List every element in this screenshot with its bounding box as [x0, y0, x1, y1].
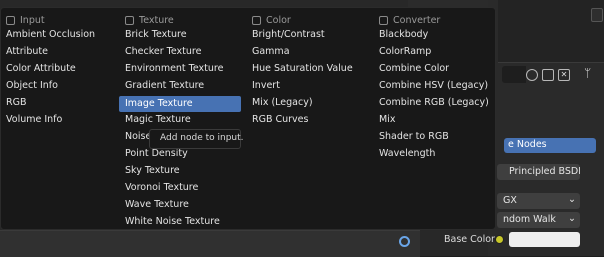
menu-item[interactable]: Mix (Legacy): [252, 95, 313, 111]
use-nodes-button[interactable]: e Nodes: [504, 138, 596, 153]
menu-item[interactable]: ColorRamp: [379, 44, 431, 60]
converter-category-icon: [379, 15, 388, 25]
menu-item[interactable]: Hue Saturation Value: [252, 61, 353, 77]
color-category-icon: [252, 15, 261, 25]
world-icon[interactable]: [399, 236, 410, 247]
use-nodes-label: e Nodes: [508, 139, 547, 150]
menu-item[interactable]: Gamma: [252, 44, 290, 60]
menu-item[interactable]: Wavelength: [379, 146, 435, 162]
menu-item[interactable]: Wave Texture: [125, 197, 189, 213]
surface-shader-label: Principled BSDF: [509, 166, 580, 177]
menu-item[interactable]: Shader to RGB: [379, 129, 449, 145]
node-graph-icon[interactable]: ᛘ: [584, 66, 591, 80]
menu-heading-color: Color: [252, 12, 291, 28]
material-name-field[interactable]: [502, 66, 526, 83]
menu-item-active[interactable]: Image Texture: [119, 96, 241, 112]
base-color-label: Base Color: [444, 234, 495, 245]
distribution-value: GX: [503, 195, 517, 206]
close-icon[interactable]: ✕: [558, 69, 570, 81]
menu-heading-label: Texture: [139, 14, 174, 26]
shield-icon[interactable]: [526, 69, 538, 81]
duplicate-icon[interactable]: [542, 69, 554, 81]
menu-item[interactable]: Object Info: [6, 78, 58, 94]
menu-item[interactable]: Bright/Contrast: [252, 27, 325, 43]
menu-item[interactable]: Combine RGB (Legacy): [379, 95, 489, 111]
base-color-swatch[interactable]: [509, 232, 580, 247]
menu-item[interactable]: Attribute: [6, 44, 48, 60]
menu-item[interactable]: Invert: [252, 78, 280, 94]
menu-item[interactable]: Combine Color: [379, 61, 449, 77]
menu-item[interactable]: Sky Texture: [125, 163, 180, 179]
menu-heading-label: Input: [20, 14, 45, 26]
mini-dropdown[interactable]: [591, 8, 603, 22]
chevron-down-icon: ⌄: [568, 194, 576, 205]
menu-item[interactable]: Combine HSV (Legacy): [379, 78, 488, 94]
surface-shader-field[interactable]: Principled BSDF: [497, 164, 580, 180]
menu-heading-texture: Texture: [125, 12, 174, 28]
distribution-dropdown[interactable]: GX ⌄: [497, 193, 580, 209]
tooltip: Add node to input.: [149, 129, 244, 149]
menu-item[interactable]: Ambient Occlusion: [6, 27, 95, 43]
menu-item[interactable]: Brick Texture: [125, 27, 187, 43]
menu-item[interactable]: Mix: [379, 112, 395, 128]
texture-category-icon: [125, 15, 134, 25]
menu-item[interactable]: Environment Texture: [125, 61, 223, 77]
menu-item[interactable]: RGB: [6, 95, 26, 111]
menu-item[interactable]: White Noise Texture: [125, 214, 220, 230]
menu-item[interactable]: Checker Texture: [125, 44, 201, 60]
add-node-menu: Input Ambient Occlusion Attribute Color …: [0, 7, 496, 230]
menu-item[interactable]: Voronoi Texture: [125, 180, 198, 196]
menu-heading-label: Converter: [393, 14, 441, 26]
menu-heading-converter: Converter: [379, 12, 440, 28]
material-icons-row: ✕: [526, 68, 570, 82]
subsurface-method-dropdown[interactable]: ndom Walk ⌄: [497, 212, 580, 228]
base-color-socket[interactable]: [495, 235, 504, 244]
input-category-icon: [6, 15, 15, 25]
menu-heading-input: Input: [6, 12, 45, 28]
menu-heading-label: Color: [266, 14, 291, 26]
menu-item[interactable]: Volume Info: [6, 112, 62, 128]
menu-item[interactable]: Blackbody: [379, 27, 428, 43]
subsurface-method-value: ndom Walk: [503, 214, 556, 225]
properties-header: [498, 0, 604, 63]
menu-item[interactable]: RGB Curves: [252, 112, 308, 128]
chevron-down-icon: ⌄: [568, 213, 576, 224]
menu-item[interactable]: Gradient Texture: [125, 78, 204, 94]
node-editor-bottom-bar: [0, 230, 420, 257]
menu-item[interactable]: Color Attribute: [6, 61, 76, 77]
menu-item[interactable]: Magic Texture: [125, 112, 191, 128]
